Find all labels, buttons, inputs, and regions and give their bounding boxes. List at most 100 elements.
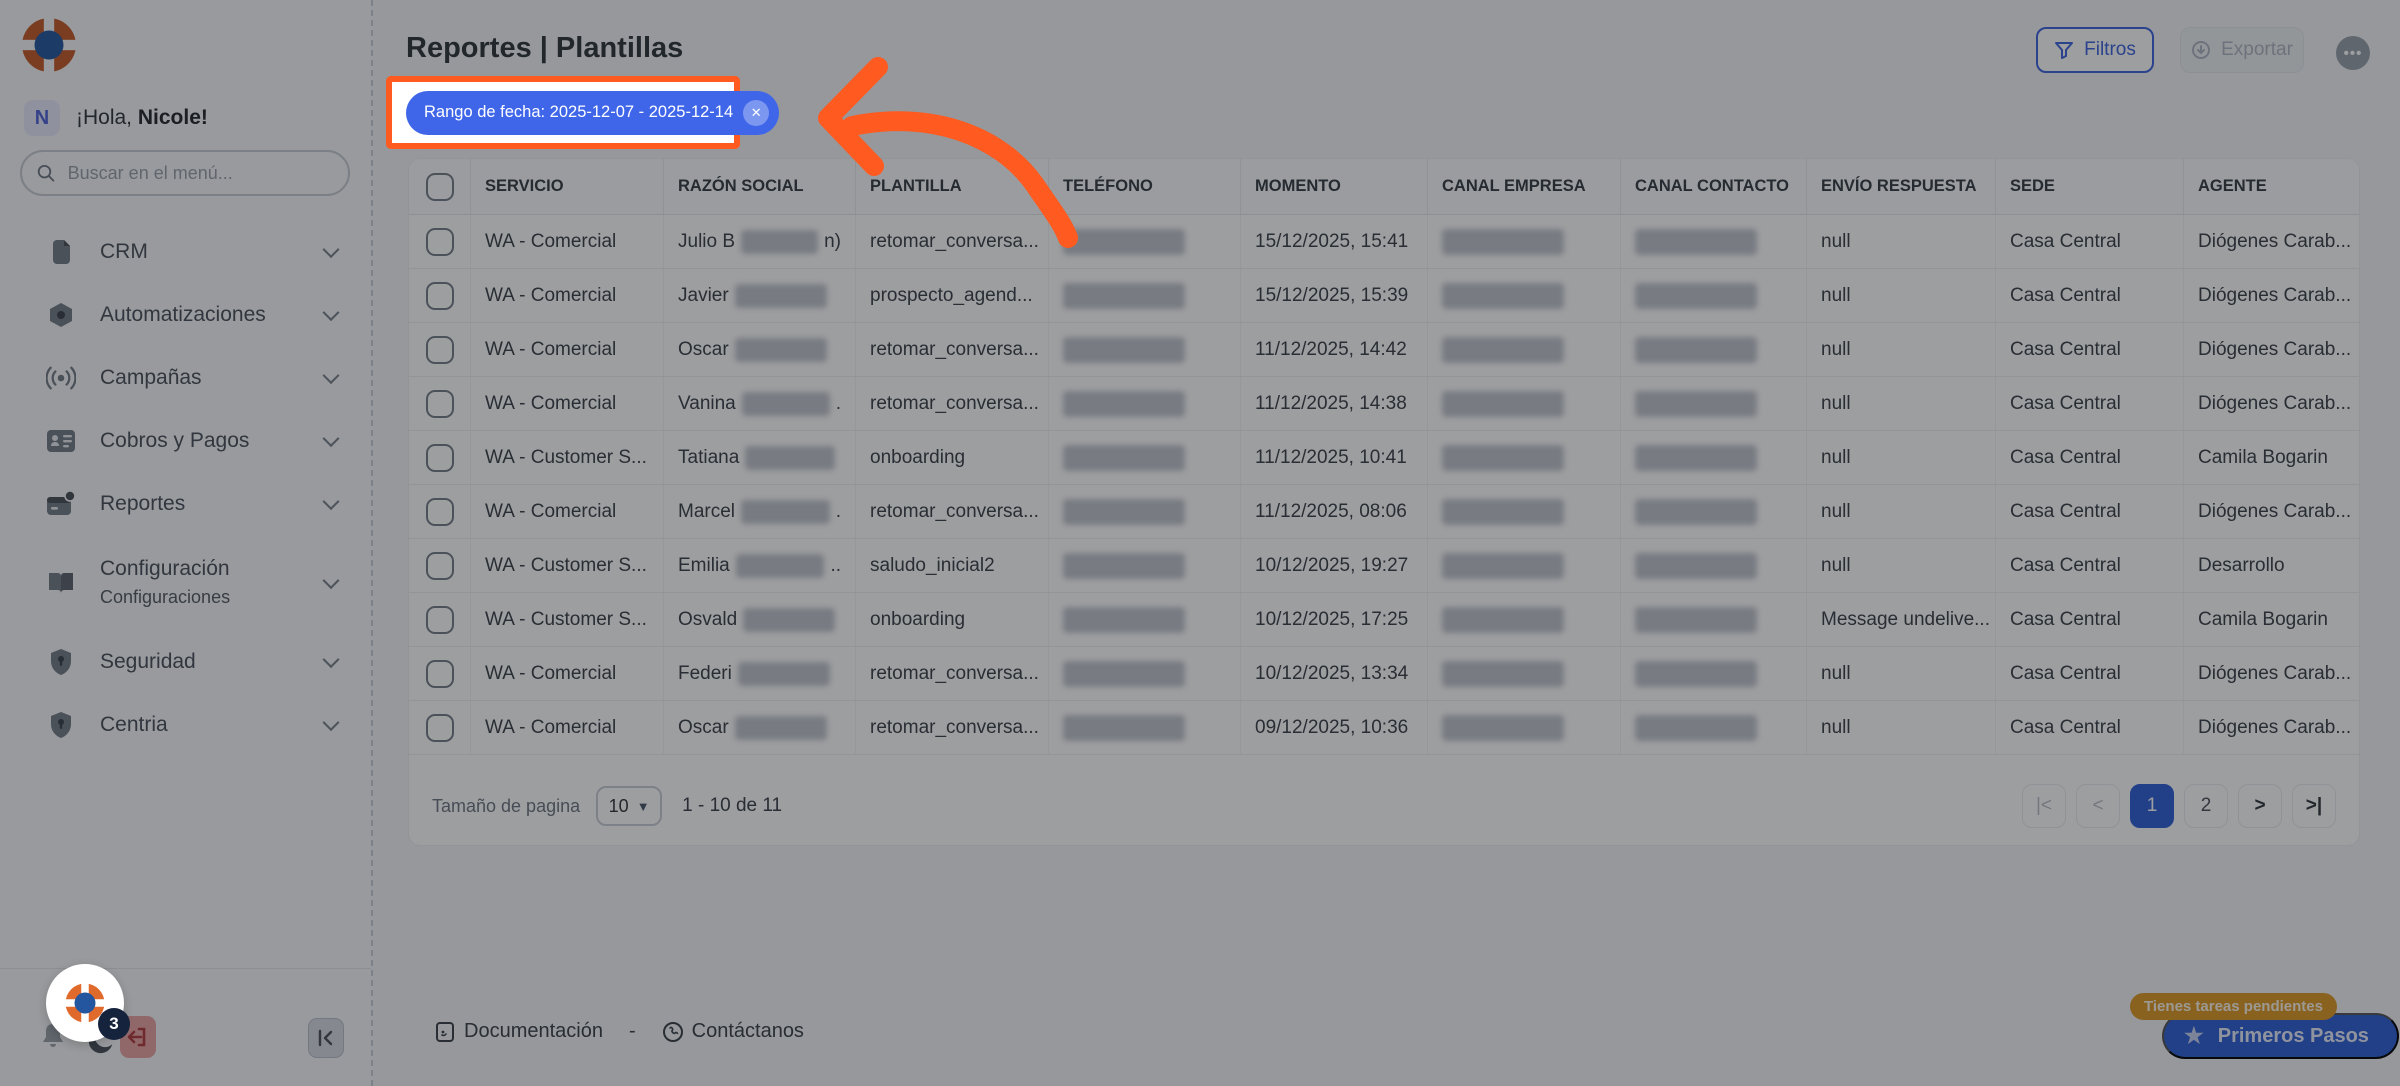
cell-telefono [1049,377,1241,430]
cell-plantilla: prospecto_agend... [856,269,1049,322]
redacted-text [735,338,827,362]
table-row[interactable]: WA - Comercial Vanina. retomar_conversa.… [409,377,2359,431]
page-2-button[interactable]: 2 [2184,784,2228,828]
cell-sede: Casa Central [1996,539,2184,592]
table-row[interactable]: WA - Comercial Marcel. retomar_conversa.… [409,485,2359,539]
row-checkbox[interactable] [426,714,454,742]
select-all-checkbox[interactable] [426,173,454,201]
chevron-down-icon [323,304,340,321]
cell-canal-empresa [1428,539,1621,592]
collapse-sidebar-icon[interactable] [308,1018,344,1058]
redacted-text [1442,499,1564,525]
export-button[interactable]: Exportar [2180,27,2304,73]
cell-servicio: WA - Customer S... [471,593,664,646]
user-avatar[interactable]: N [24,100,60,136]
search-icon [36,162,56,184]
table-row[interactable]: WA - Comercial Oscar retomar_conversa...… [409,701,2359,755]
table-row[interactable]: WA - Comercial Julio Bn) retomar_convers… [409,215,2359,269]
filters-button[interactable]: Filtros [2036,27,2154,73]
redacted-text [1442,607,1564,633]
cell-servicio: WA - Comercial [471,647,664,700]
chip-close-icon[interactable]: ✕ [743,100,769,126]
col-razon-social[interactable]: RAZÓN SOCIAL [664,159,856,214]
user-menu-dots[interactable]: ••• [2336,36,2370,70]
cell-sede: Casa Central [1996,323,2184,376]
cell-momento: 10/12/2025, 19:27 [1241,539,1428,592]
col-momento[interactable]: MOMENTO [1241,159,1428,214]
cell-canal-empresa [1428,485,1621,538]
redacted-text [741,500,830,524]
row-checkbox[interactable] [426,498,454,526]
cell-momento: 11/12/2025, 14:38 [1241,377,1428,430]
cell-sede: Casa Central [1996,431,2184,484]
download-icon [2191,40,2211,60]
table-row[interactable]: WA - Customer S... Osvald onboarding 10/… [409,593,2359,647]
row-checkbox[interactable] [426,552,454,580]
cell-canal-contacto [1621,485,1807,538]
col-plantilla[interactable]: PLANTILLA [856,159,1049,214]
cell-servicio: WA - Comercial [471,377,664,430]
row-checkbox[interactable] [426,660,454,688]
row-checkbox[interactable] [426,606,454,634]
row-checkbox[interactable] [426,228,454,256]
sidebar-item-centria[interactable]: Centria [0,693,373,756]
row-checkbox[interactable] [426,282,454,310]
sidebar-item-reportes[interactable]: Reportes [0,472,373,535]
cell-momento: 15/12/2025, 15:41 [1241,215,1428,268]
book-icon [46,568,76,598]
col-telefono[interactable]: TELÉFONO [1049,159,1241,214]
sidebar-item-campanas[interactable]: Campañas [0,346,373,409]
prev-page-button[interactable]: < [2076,784,2120,828]
col-agente[interactable]: AGENTE [2184,159,2359,214]
col-canal-empresa[interactable]: CANAL EMPRESA [1428,159,1621,214]
row-checkbox[interactable] [426,390,454,418]
cell-envio-respuesta: null [1807,269,1996,322]
page-title: Reportes | Plantillas [406,32,683,65]
cell-plantilla: retomar_conversa... [856,215,1049,268]
row-checkbox[interactable] [426,336,454,364]
last-page-button[interactable]: >| [2292,784,2336,828]
sidebar-search[interactable] [20,150,350,196]
cell-momento: 10/12/2025, 17:25 [1241,593,1428,646]
page-1-button[interactable]: 1 [2130,784,2174,828]
table-row[interactable]: WA - Customer S... Tatiana onboarding 11… [409,431,2359,485]
redacted-text [1635,337,1757,363]
cell-canal-empresa [1428,323,1621,376]
page-size-select[interactable]: 10▼ [596,786,662,826]
contact-link[interactable]: Contáctanos [662,1020,804,1043]
redacted-text [1063,607,1185,633]
table-row[interactable]: WA - Comercial Javier prospecto_agend...… [409,269,2359,323]
sidebar-item-configuracion[interactable]: Configuración Configuraciones [0,535,373,630]
redacted-text [1635,391,1757,417]
sidebar-item-crm[interactable]: CRM [0,220,373,283]
cell-telefono [1049,647,1241,700]
sidebar-nav: CRM Automatizaciones Campañas Cobros y P… [0,220,373,756]
row-checkbox[interactable] [426,444,454,472]
cell-agente: Diógenes Carab... [2184,269,2359,322]
table-row[interactable]: WA - Comercial Federi retomar_conversa..… [409,647,2359,701]
table-row[interactable]: WA - Comercial Oscar retomar_conversa...… [409,323,2359,377]
sidebar-item-automatizaciones[interactable]: Automatizaciones [0,283,373,346]
date-range-filter-chip[interactable]: Rango de fecha: 2025-12-07 - 2025-12-14 … [406,91,779,135]
star-icon: ★ [2184,1023,2204,1049]
documentation-link[interactable]: Documentación [434,1020,603,1043]
col-sede[interactable]: SEDE [1996,159,2184,214]
sidebar-item-label: Automatizaciones [100,303,266,327]
page-size-label: Tamaño de pagina [432,796,580,817]
cell-telefono [1049,215,1241,268]
col-servicio[interactable]: SERVICIO [471,159,664,214]
cell-canal-empresa [1428,377,1621,430]
cell-agente: Diógenes Carab... [2184,647,2359,700]
col-envio-respuesta[interactable]: ENVÍO RESPUESTA [1807,159,1996,214]
cell-momento: 11/12/2025, 08:06 [1241,485,1428,538]
next-page-button[interactable]: > [2238,784,2282,828]
cell-canal-empresa [1428,647,1621,700]
first-page-button[interactable]: |< [2022,784,2066,828]
table-row[interactable]: WA - Customer S... Emilia.. saludo_inici… [409,539,2359,593]
cell-plantilla: retomar_conversa... [856,647,1049,700]
greeting: N ¡Hola, Nicole! [24,100,208,136]
sidebar-item-seguridad[interactable]: Seguridad [0,630,373,693]
sidebar-item-cobros-y-pagos[interactable]: Cobros y Pagos [0,409,373,472]
col-canal-contacto[interactable]: CANAL CONTACTO [1621,159,1807,214]
search-input[interactable] [68,163,334,184]
